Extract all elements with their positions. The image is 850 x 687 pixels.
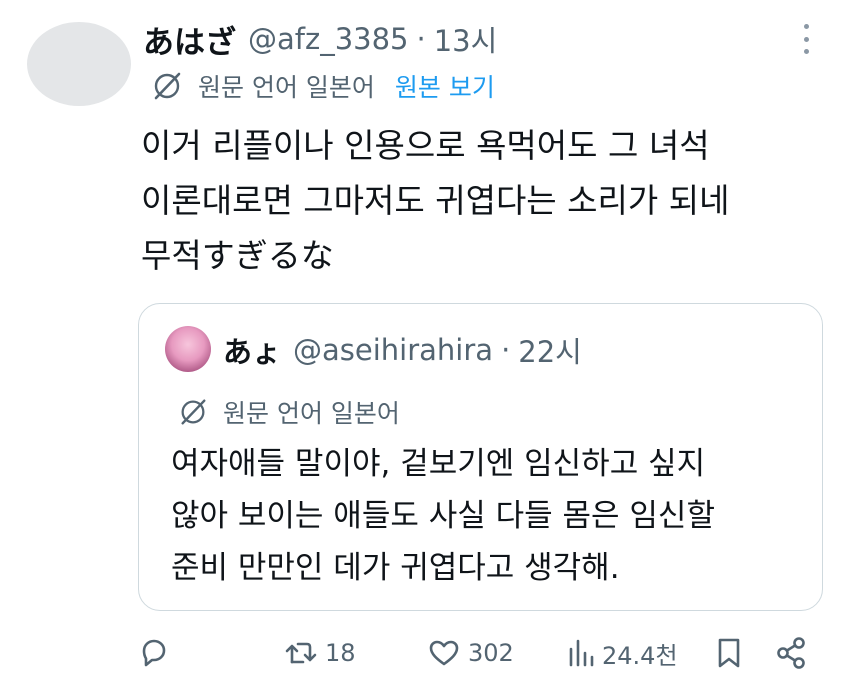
quoted-tweet-card[interactable]: あょ @aseihirahira · 22시 원문 언어 일본어 여자애들 말이… [138,303,823,611]
author-handle[interactable]: @afz_3385 [248,22,409,56]
heart-icon [429,640,459,666]
retweet-button[interactable]: 18 [283,628,356,678]
tweet-text-line: 이거 리플이나 인용으로 욕먹어도 그 녀석 [141,126,710,165]
quoted-author-name: あょ [223,335,282,369]
quoted-author-handle: @aseihirahira [293,333,494,367]
tweet-time[interactable]: 13시 [434,18,498,60]
views-icon [569,639,594,667]
show-original-link[interactable]: 원본 보기 [395,68,495,104]
author-avatar[interactable] [27,22,131,106]
like-button[interactable]: 302 [426,628,514,678]
quoted-separator-dot: · [501,333,511,367]
quoted-author-avatar [165,326,211,372]
author-name[interactable]: あはざ [143,17,236,62]
action-bar: 18 302 24.4천 [0,628,850,678]
quoted-translation-notice: 원문 언어 일본어 [177,392,400,432]
bookmark-icon [718,638,740,668]
original-language-label: 원문 언어 일본어 [198,73,375,102]
translation-notice: 원문 언어 일본어 원본 보기 [150,66,495,106]
quoted-original-language-label: 원문 언어 일본어 [223,399,400,428]
tweet-text-line: 이론대로면 그마저도 귀엽다는 소리가 되네 [141,181,730,220]
reply-icon [142,639,166,667]
retweet-count: 18 [325,639,356,667]
share-icon [777,637,805,669]
quoted-tweet-header: あょ @aseihirahira · 22시 [223,328,582,372]
like-count: 302 [468,639,514,667]
views-button[interactable]: 24.4천 [566,628,678,678]
reply-button[interactable] [136,628,172,678]
retweet-icon [285,642,317,664]
tweet-text: 이거 리플이나 인용으로 욕먹어도 그 녀석 이론대로면 그마저도 귀엽다는 소… [141,118,831,283]
tweet-header: あはざ @afz_3385 · 13시 [143,14,497,64]
quoted-tweet-text: 여자애들 말이야, 겉보기엔 임신하고 싶지 않아 보이는 애들도 사실 다들 … [171,438,811,594]
more-options-icon[interactable] [802,24,810,54]
separator-dot: · [416,22,426,56]
bookmark-button[interactable] [713,628,745,678]
quoted-tweet-time: 22시 [518,335,582,369]
quoted-text-line: 여자애들 말이야, 겉보기엔 임신하고 싶지 [171,446,706,482]
tweet-text-line: 무적すぎるな [141,236,334,275]
quoted-text-line: 않아 보이는 애들도 사실 다들 몸은 임신할 [171,498,715,534]
translate-icon [181,399,206,425]
quoted-text-line: 준비 만만인 데가 귀엽다고 생각해. [171,550,620,586]
views-count: 24.4천 [602,641,678,670]
translate-icon [154,72,181,100]
share-button[interactable] [774,628,808,678]
